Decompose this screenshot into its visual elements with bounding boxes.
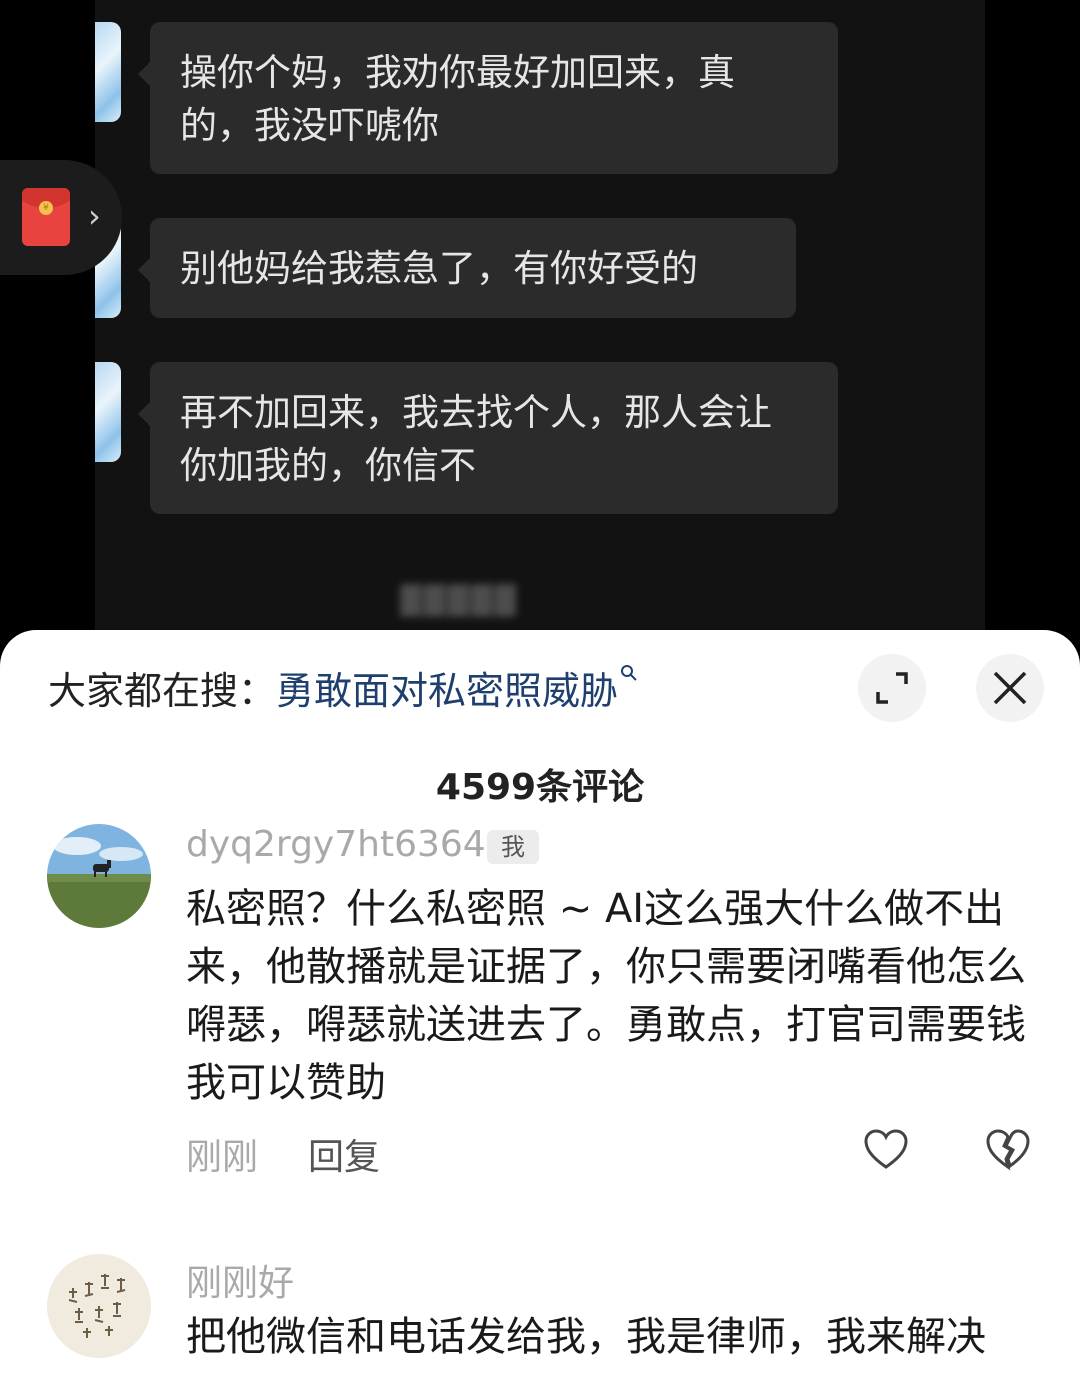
comment-username[interactable]: 刚刚好: [186, 1254, 294, 1306]
chat-message-bubble[interactable]: 再不加回来，我去找个人，那人会让你加我的，你信不: [138, 362, 838, 514]
heart-icon[interactable]: [862, 1126, 910, 1174]
comment-count: 4599条评论: [435, 767, 645, 808]
avatar[interactable]: [47, 824, 151, 928]
sender-avatar-strip[interactable]: [95, 22, 121, 122]
chat-message-text: 别他妈给我惹急了，有你好受的: [180, 247, 698, 290]
close-icon: [993, 671, 1027, 705]
comment-sheet: 大家都在搜：勇敢面对私密照威胁 4599条评论 dyq2rgy7ht6364 我…: [0, 630, 1080, 1398]
trending-search-label: 大家都在搜：: [48, 669, 277, 713]
trending-search-term[interactable]: 勇敢面对私密照威胁: [276, 669, 618, 713]
comment-text[interactable]: 私密照？什么私密照 ~ AI这么强大什么做不出来，他散播就是证据了，你只需要闭嘴…: [186, 880, 1026, 1112]
me-badge: 我: [487, 830, 539, 864]
comment-time: 刚刚: [186, 1137, 259, 1178]
chat-message-text: 再不加回来，我去找个人，那人会让你加我的，你信不: [180, 391, 772, 487]
chat-message-bubble[interactable]: 操你个妈，我劝你最好加回来，真的，我没吓唬你: [138, 22, 838, 174]
comment-text[interactable]: 把他微信和电话发给我，我是律师，我来解决: [186, 1308, 1026, 1366]
trending-search-row[interactable]: 大家都在搜：勇敢面对私密照威胁: [48, 665, 637, 716]
close-button[interactable]: [976, 654, 1044, 722]
expand-button[interactable]: [858, 654, 926, 722]
red-packet-float[interactable]: ¥: [0, 160, 122, 275]
expand-icon: [876, 672, 908, 704]
comment-username[interactable]: dyq2rgy7ht6364: [186, 824, 486, 865]
chevron-right-icon[interactable]: ›: [88, 196, 101, 236]
search-icon: [621, 665, 637, 681]
avatar[interactable]: [47, 1254, 151, 1358]
chat-message-text: 操你个妈，我劝你最好加回来，真的，我没吓唬你: [180, 51, 735, 147]
sender-avatar-strip[interactable]: [95, 362, 121, 462]
broken-heart-icon[interactable]: [984, 1126, 1032, 1174]
red-envelope-icon: ¥: [22, 188, 70, 246]
reply-button[interactable]: 回复: [308, 1128, 380, 1180]
blurred-watermark: ▓▓▓▓▓: [400, 584, 518, 617]
chat-message-bubble[interactable]: 别他妈给我惹急了，有你好受的: [138, 218, 796, 318]
